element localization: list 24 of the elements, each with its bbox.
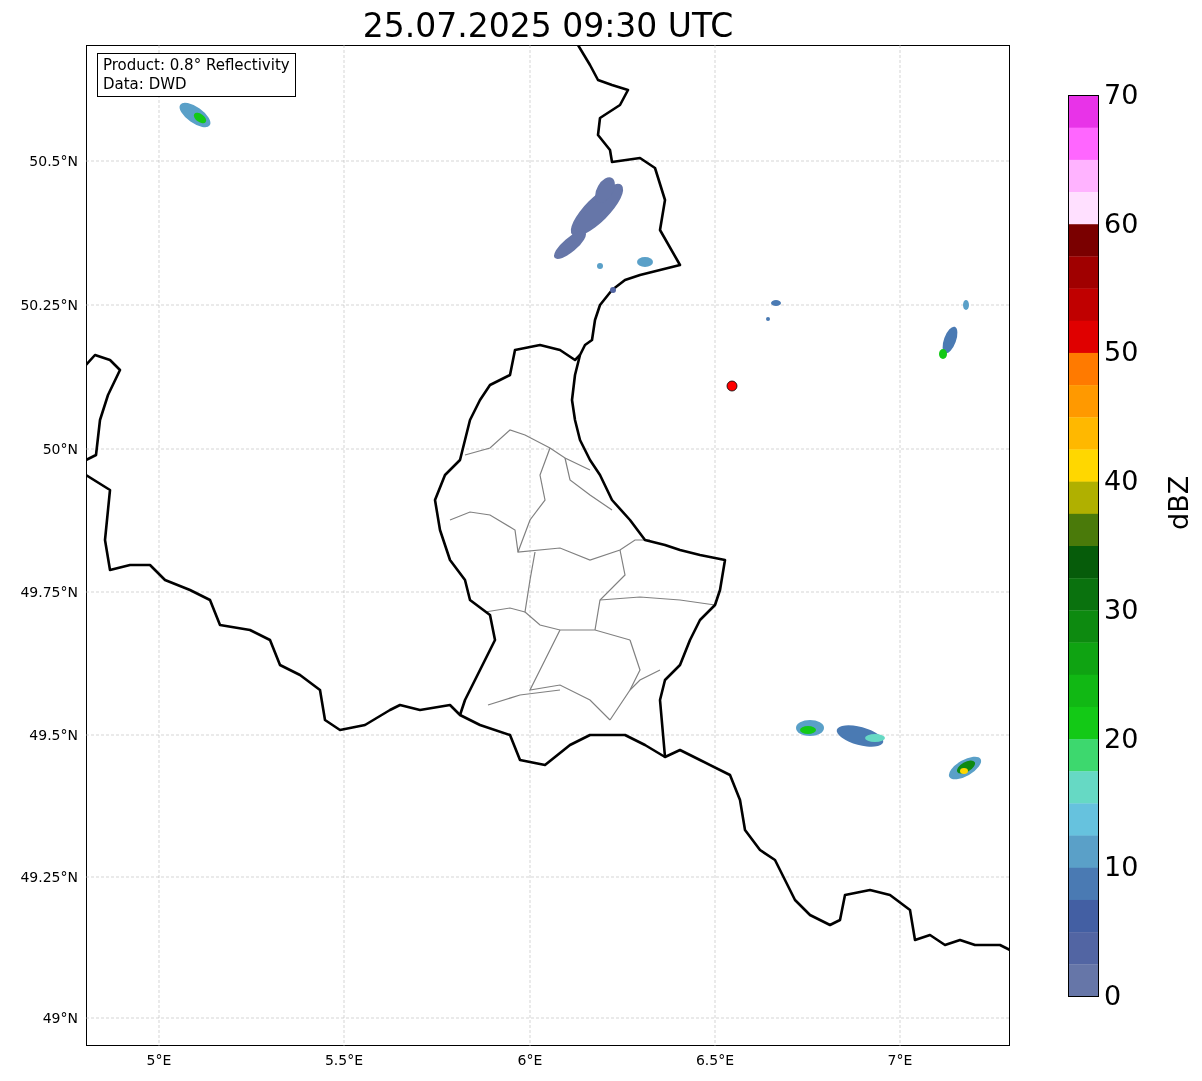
longitude-label: 7°E: [886, 1051, 914, 1069]
chart-title: 25.07.2025 09:30 UTC: [361, 5, 735, 47]
colorbar-tick-label: 60: [1104, 208, 1139, 239]
latitude-label: 49.75°N: [20, 583, 78, 601]
longitude-label: 5°E: [145, 1051, 173, 1069]
colorbar-tick-label: 50: [1104, 337, 1139, 368]
colorbar-tick-label: 0: [1104, 981, 1122, 1011]
colorbar-tick-label: 40: [1104, 466, 1139, 497]
latitude-label: 49.25°N: [20, 868, 78, 886]
longitude-label: 6.5°E: [694, 1051, 736, 1069]
latitude-label: 50°N: [42, 440, 78, 458]
longitude-label: 6°E: [516, 1051, 544, 1069]
colorbar-tick-label: 10: [1104, 852, 1139, 883]
colorbar-tick-label: 30: [1104, 594, 1139, 625]
colorbar-tick-label: 20: [1104, 723, 1139, 754]
info-text: Data: DWD: [103, 75, 188, 94]
colorbar-tick-label: 70: [1104, 80, 1139, 110]
longitude-label: 5.5°E: [323, 1051, 365, 1069]
colorbar-label: dBZ: [1164, 475, 1194, 530]
latitude-label: 49°N: [42, 1009, 78, 1027]
latitude-label: 49.5°N: [29, 726, 78, 744]
latitude-label: 50.25°N: [20, 296, 78, 314]
latitude-label: 50.5°N: [29, 152, 78, 170]
info-text: Product: 0.8° Reflectivity: [103, 56, 290, 75]
